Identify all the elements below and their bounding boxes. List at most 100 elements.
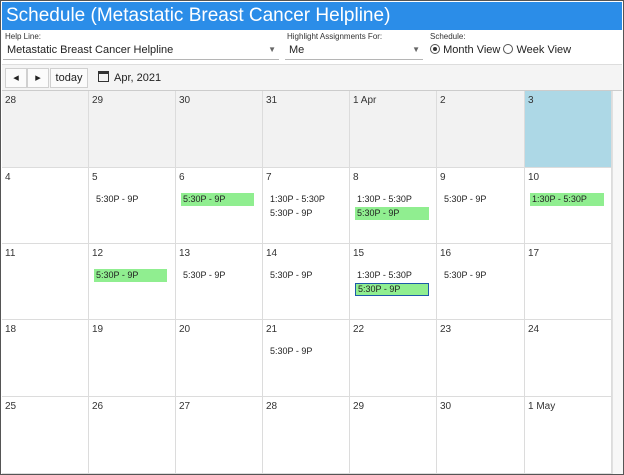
day-number: 23 [440, 324, 452, 335]
day-number: 3 [528, 95, 534, 106]
highlight-label: Highlight Assignments For: [287, 32, 383, 41]
day-number: 29 [92, 95, 104, 106]
day-cell[interactable]: 23 [437, 320, 525, 397]
day-number: 25 [5, 401, 17, 412]
day-number: 26 [92, 401, 104, 412]
week-view-label: Week View [516, 44, 572, 56]
schedule-label: Schedule: [430, 32, 466, 41]
chevron-down-icon: ▼ [412, 45, 420, 54]
day-cell[interactable]: 2 [437, 91, 525, 168]
calendar-icon [98, 71, 109, 82]
help-line-select[interactable]: Metastatic Breast Cancer Helpline ▼ [3, 41, 279, 60]
day-cell[interactable]: 11 [2, 244, 89, 320]
day-cell[interactable]: 20 [176, 320, 263, 397]
next-month-button[interactable]: ▸ [27, 68, 49, 88]
day-cell[interactable]: 5 5:30P - 9P [89, 168, 176, 244]
day-number: 1 May [528, 401, 556, 412]
day-number: 14 [266, 248, 278, 259]
day-cell[interactable]: 10 1:30P - 5:30P [525, 168, 612, 244]
assignment-event[interactable]: 5:30P - 9P [268, 269, 342, 282]
period-picker[interactable]: Apr, 2021 [98, 68, 161, 88]
assignment-event[interactable]: 5:30P - 9P [442, 193, 516, 206]
day-cell[interactable]: 19 [89, 320, 176, 397]
day-number: 28 [266, 401, 278, 412]
day-number: 27 [179, 401, 191, 412]
day-cell[interactable]: 8 1:30P - 5:30P 5:30P - 9P [350, 168, 437, 244]
day-number: 21 [266, 324, 278, 335]
today-button[interactable]: today [50, 68, 88, 88]
vertical-scrollbar[interactable] [612, 91, 623, 474]
assignment-event[interactable]: 1:30P - 5:30P [530, 193, 604, 206]
help-line-label: Help Line: [5, 32, 42, 41]
day-cell[interactable]: 1 Apr [350, 91, 437, 168]
selected-assignment[interactable]: 5:30P - 9P [355, 283, 429, 296]
day-cell[interactable]: 4 [2, 168, 89, 244]
day-cell[interactable]: 1 May [525, 397, 612, 474]
day-number: 6 [179, 172, 185, 183]
schedule-view-radio-group: Month View Week View [430, 41, 571, 59]
assignment-event[interactable]: 1:30P - 5:30P [355, 193, 429, 206]
assignment-event[interactable]: 5:30P - 9P [268, 345, 342, 358]
highlight-select[interactable]: Me ▼ [285, 41, 423, 60]
day-cell[interactable]: 3 [525, 91, 612, 168]
day-number: 9 [440, 172, 446, 183]
previous-month-button[interactable]: ◂ [5, 68, 27, 88]
day-number: 30 [440, 401, 452, 412]
day-cell[interactable]: 29 [350, 397, 437, 474]
day-cell[interactable]: 27 [176, 397, 263, 474]
day-number: 18 [5, 324, 17, 335]
day-number: 22 [353, 324, 365, 335]
day-cell[interactable]: 26 [89, 397, 176, 474]
day-number: 19 [92, 324, 104, 335]
assignment-event[interactable]: 5:30P - 9P [181, 269, 254, 282]
day-number: 17 [528, 248, 540, 259]
filter-bar: Help Line: Metastatic Breast Cancer Help… [2, 30, 622, 64]
day-number: 10 [528, 172, 540, 183]
day-number: 16 [440, 248, 452, 259]
day-cell[interactable]: 7 1:30P - 5:30P 5:30P - 9P [263, 168, 350, 244]
day-cell[interactable]: 25 [2, 397, 89, 474]
day-cell[interactable]: 15 1:30P - 5:30P 5:30P - 9P [350, 244, 437, 320]
day-number: 4 [5, 172, 11, 183]
assignment-event[interactable]: 5:30P - 9P [355, 207, 429, 220]
day-number: 13 [179, 248, 191, 259]
period-label: Apr, 2021 [114, 72, 162, 84]
day-cell[interactable]: 14 5:30P - 9P [263, 244, 350, 320]
day-cell[interactable]: 21 5:30P - 9P [263, 320, 350, 397]
assignment-event[interactable]: 5:30P - 9P [442, 269, 516, 282]
day-cell[interactable]: 22 [350, 320, 437, 397]
month-view-radio[interactable] [430, 44, 440, 54]
day-cell[interactable]: 28 [2, 91, 89, 168]
help-line-value: Metastatic Breast Cancer Helpline [7, 44, 174, 56]
assignment-event[interactable]: 5:30P - 9P [268, 207, 342, 220]
day-cell[interactable]: 12 5:30P - 9P [89, 244, 176, 320]
chevron-down-icon: ▼ [268, 45, 276, 54]
week-view-radio[interactable] [503, 44, 514, 54]
day-cell[interactable]: 31 [263, 91, 350, 168]
day-number: 2 [440, 95, 446, 106]
assignment-event[interactable]: 5:30P - 9P [181, 193, 254, 206]
day-number: 15 [353, 248, 365, 259]
day-number: 12 [92, 248, 104, 259]
assignment-event[interactable]: 5:30P - 9P [94, 269, 167, 282]
day-cell[interactable]: 9 5:30P - 9P [437, 168, 525, 244]
week-view-option[interactable]: Week View [503, 44, 571, 56]
day-cell[interactable]: 13 5:30P - 9P [176, 244, 263, 320]
day-cell[interactable]: 24 [525, 320, 612, 397]
day-cell[interactable]: 16 5:30P - 9P [437, 244, 525, 320]
day-cell[interactable]: 30 [437, 397, 525, 474]
calendar-toolbar: ◂ ▸ today Apr, 2021 [2, 64, 622, 91]
day-cell[interactable]: 30 [176, 91, 263, 168]
month-view-option[interactable]: Month View [430, 44, 500, 56]
highlight-value: Me [289, 44, 305, 56]
assignment-event[interactable]: 1:30P - 5:30P [268, 193, 342, 206]
day-number: 24 [528, 324, 540, 335]
assignment-event[interactable]: 5:30P - 9P [94, 193, 167, 206]
day-cell[interactable]: 6 5:30P - 9P [176, 168, 263, 244]
day-cell[interactable]: 29 [89, 91, 176, 168]
day-cell[interactable]: 17 [525, 244, 612, 320]
day-cell[interactable]: 18 [2, 320, 89, 397]
day-cell[interactable]: 28 [263, 397, 350, 474]
day-number: 30 [179, 95, 191, 106]
assignment-event[interactable]: 1:30P - 5:30P [355, 269, 429, 282]
